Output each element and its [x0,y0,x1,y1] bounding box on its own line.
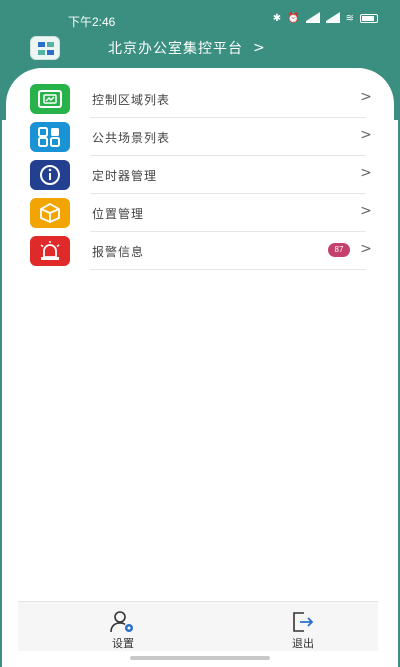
menu-item-label: 公共场景列表 [92,131,171,145]
alarm-icon: ⏰ [287,13,300,24]
app-logo-icon[interactable] [30,36,60,60]
logout-label: 退出 [292,637,314,650]
logout-tab[interactable]: 退出 [273,610,333,651]
menu-item-control-area[interactable]: 控制区域列表 > [6,80,394,118]
chevron-right-icon: > [360,127,372,143]
platform-selector[interactable]: 北京办公室集控平台 > [108,38,265,58]
menu-item-alarm[interactable]: 报警信息 87 > [6,232,394,270]
menu-item-label: 位置管理 [92,207,145,221]
status-bar: 下午2:46 ✱ ⏰ ≋ [0,10,400,30]
battery-icon [360,14,378,23]
menu-list: 控制区域列表 > 公共场景列表 > 定时器管理 > 位置管理 > 报警信息 87… [6,80,394,270]
signal-icon [325,12,340,23]
alarm-count-badge: 87 [328,243,350,257]
chevron-right-icon: > [360,165,372,181]
location-box-icon [30,198,70,228]
chevron-right-icon: > [360,203,372,219]
chevron-right-icon: > [360,241,372,257]
public-scene-icon [30,122,70,152]
alarm-light-icon [30,236,70,266]
bottom-tab-bar: 设置 退出 [18,601,378,651]
signal-icon [305,12,320,23]
home-indicator [130,656,270,660]
bluetooth-icon: ✱ [272,13,282,24]
menu-item-location[interactable]: 位置管理 > [6,194,394,232]
menu-item-label: 控制区域列表 [92,93,171,107]
wifi-icon: ≋ [345,13,354,24]
phone-screen: 下午2:46 ✱ ⏰ ≋ 北京办公室集控平台 > 控制区域列表 > 公共场景列表… [0,0,400,667]
info-timer-icon [30,160,70,190]
main-content: 控制区域列表 > 公共场景列表 > 定时器管理 > 位置管理 > 报警信息 87… [6,68,394,667]
logout-icon [273,610,333,632]
status-time: 下午2:46 [68,15,116,29]
settings-tab[interactable]: 设置 [93,610,153,651]
menu-item-public-scene[interactable]: 公共场景列表 > [6,118,394,156]
divider [90,269,366,270]
chevron-right-icon: > [253,40,265,56]
status-icons: ✱ ⏰ ≋ [272,12,378,24]
chevron-right-icon: > [360,89,372,105]
page-title: 北京办公室集控平台 [108,41,243,57]
menu-item-label: 定时器管理 [92,169,158,183]
user-settings-icon [93,610,153,633]
settings-label: 设置 [112,637,134,650]
control-area-icon [30,84,70,114]
menu-item-timer[interactable]: 定时器管理 > [6,156,394,194]
menu-item-label: 报警信息 [92,245,145,259]
